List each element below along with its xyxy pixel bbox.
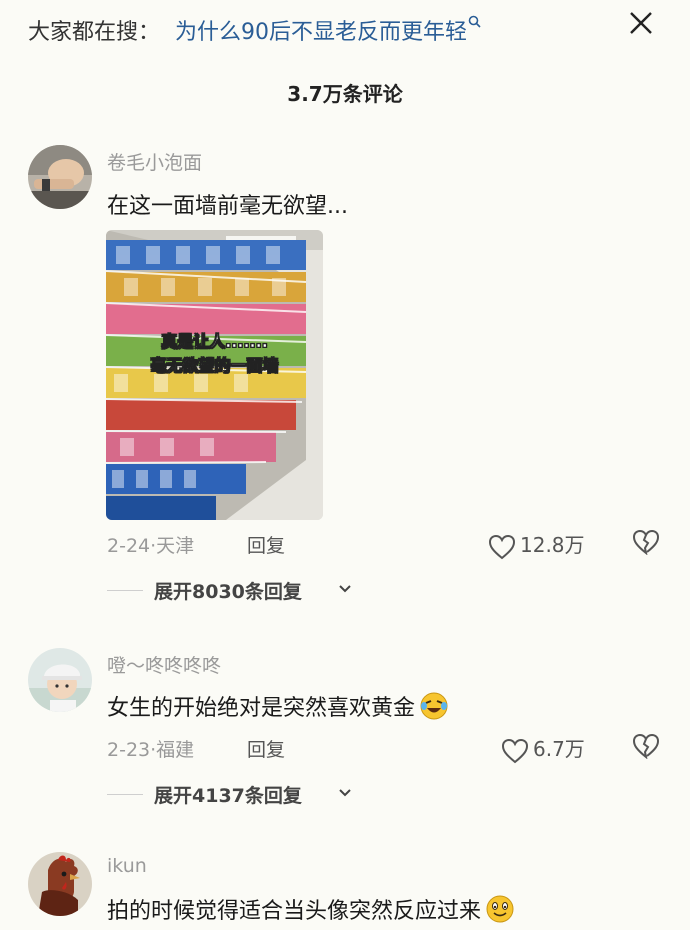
divider bbox=[107, 794, 143, 795]
image-caption-line1: 真是让人....... bbox=[161, 332, 268, 352]
divider bbox=[107, 590, 143, 591]
broken-heart-icon bbox=[632, 733, 660, 760]
top-bar: 大家都在搜： 为什么90后不显老反而更年轻 bbox=[0, 0, 690, 60]
trending-search-text: 为什么90后不显老反而更年轻 bbox=[175, 20, 467, 45]
like-button[interactable]: 12.8万 bbox=[488, 529, 585, 560]
comment-location: 福建 bbox=[156, 739, 195, 761]
laughing-crying-emoji-icon bbox=[419, 691, 449, 727]
chevron-down-icon bbox=[339, 585, 351, 593]
reply-button[interactable]: 回复 bbox=[247, 531, 285, 558]
image-caption-line2: 毫无欲望的一面墙 bbox=[150, 356, 279, 376]
avatar[interactable] bbox=[28, 852, 92, 916]
like-count: 6.7万 bbox=[533, 737, 585, 761]
comment-text: 拍的时候觉得适合当头像突然反应过来 bbox=[107, 893, 515, 930]
smiling-emoji-icon bbox=[485, 894, 515, 930]
comment-location: 天津 bbox=[156, 535, 195, 557]
comment-image[interactable]: 真是让人....... 毫无欲望的一面墙 bbox=[106, 230, 323, 520]
comment-date: 2-23 bbox=[107, 739, 151, 761]
comment-username[interactable]: 卷毛小泡面 bbox=[107, 148, 202, 175]
like-button[interactable]: 6.7万 bbox=[501, 733, 585, 764]
comment-text-content: 拍的时候觉得适合当头像突然反应过来 bbox=[107, 899, 482, 924]
comment-meta: 2-23·福建 bbox=[107, 735, 194, 762]
avatar[interactable] bbox=[28, 648, 92, 712]
close-button[interactable] bbox=[624, 6, 658, 40]
comment-meta: 2-24·天津 bbox=[107, 531, 194, 558]
dislike-button[interactable] bbox=[632, 733, 660, 763]
comments-count-title: 3.7万条评论 bbox=[287, 82, 403, 106]
comment-username[interactable]: 噔～咚咚咚咚 bbox=[107, 651, 221, 678]
expand-replies-label: 展开8030条回复 bbox=[154, 581, 302, 603]
chevron-down-icon bbox=[339, 789, 351, 797]
expand-replies-label: 展开4137条回复 bbox=[154, 785, 302, 807]
comment-text: 女生的开始绝对是突然喜欢黄金 bbox=[107, 690, 449, 727]
broken-heart-icon bbox=[632, 529, 660, 556]
dislike-button[interactable] bbox=[632, 529, 660, 559]
trending-search-link[interactable]: 为什么90后不显老反而更年轻 bbox=[175, 14, 481, 46]
avatar[interactable] bbox=[28, 145, 92, 209]
expand-replies-button[interactable]: 展开4137条回复 bbox=[107, 779, 387, 809]
close-icon bbox=[630, 12, 652, 34]
comment-username[interactable]: ikun bbox=[107, 855, 147, 877]
search-icon bbox=[468, 14, 481, 32]
like-count: 12.8万 bbox=[520, 533, 585, 557]
comment-text: 在这一面墙前毫无欲望... bbox=[107, 194, 348, 219]
expand-replies-button[interactable]: 展开8030条回复 bbox=[107, 575, 387, 605]
heart-icon bbox=[488, 534, 516, 559]
comment-text-content: 女生的开始绝对是突然喜欢黄金 bbox=[107, 696, 416, 721]
heart-icon bbox=[501, 738, 529, 763]
search-prefix-label: 大家都在搜： bbox=[28, 20, 161, 45]
comment-date: 2-24 bbox=[107, 535, 151, 557]
reply-button[interactable]: 回复 bbox=[247, 735, 285, 762]
